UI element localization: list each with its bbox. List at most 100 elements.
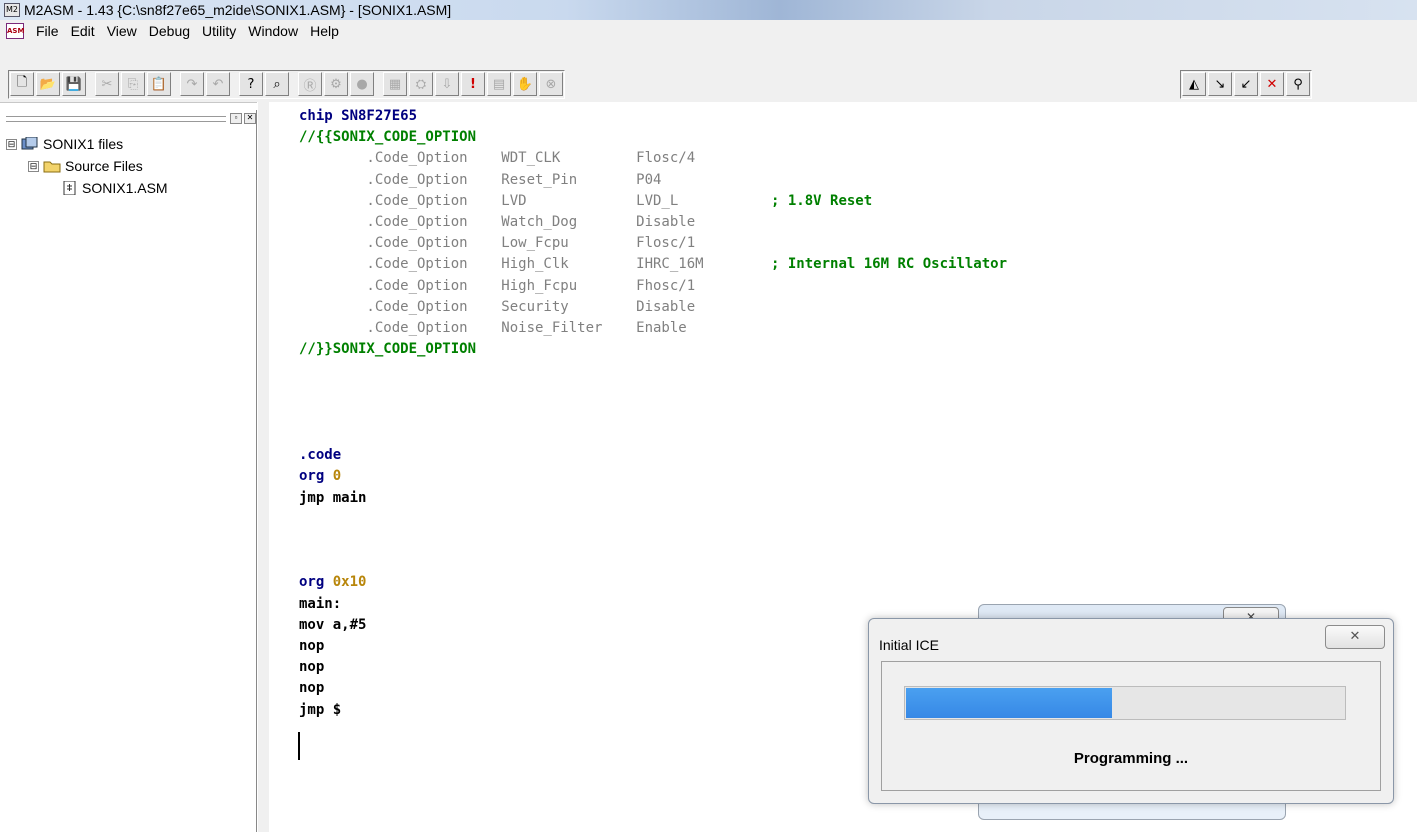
step-icon[interactable]: ▤ (487, 72, 511, 96)
text-caret (298, 732, 300, 760)
close-icon[interactable]: ✕ (1325, 625, 1385, 649)
code-line: .Code_Option LVD LVD_L ; 1.8V Reset (299, 191, 872, 211)
code-token: ; Internal 16M RC Oscillator (771, 256, 1008, 273)
save-icon[interactable]: 💾 (62, 72, 86, 96)
tree-label-project: SONIX1 files (43, 136, 124, 152)
code-line: .Code_Option Low_Fcpu Flosc/1 (299, 233, 695, 253)
run-icon[interactable]: ! (461, 72, 485, 96)
open-folder-icon[interactable]: 📂 (36, 72, 60, 96)
code-token: .Code_Option Watch_Dog Disable (299, 214, 696, 230)
code-line: nop (299, 636, 324, 656)
menu-window[interactable]: Window (242, 23, 304, 39)
menu-help[interactable]: Help (304, 23, 345, 39)
project-panel: ▫ ✕ ⊟ SONIX1 files ⊟ Source Files SONIX1… (0, 110, 257, 832)
code-token: main: (299, 595, 342, 612)
code-line: mov a,#5 (299, 615, 366, 635)
code-token: //}}SONIX_CODE_OPTION (299, 341, 477, 358)
menu-bar: ASM File Edit View Debug Utility Window … (0, 20, 1417, 42)
code-line: nop (299, 678, 324, 698)
panel-close-icon[interactable]: ✕ (244, 113, 256, 124)
download-icon[interactable]: ⇩ (435, 72, 459, 96)
code-token: .Code_Option LVD LVD_L (299, 192, 772, 209)
next-bookmark-icon[interactable]: ↘ (1208, 72, 1232, 96)
code-token: org (299, 574, 333, 591)
copy-icon[interactable]: ⎘ (121, 72, 145, 96)
code-token: chip SN8F27E65 (299, 108, 418, 124)
paste-icon[interactable]: 📋 (147, 72, 171, 96)
code-token: .Code_Option Low_Fcpu Flosc/1 (299, 235, 696, 252)
collapse-icon[interactable]: ⊟ (28, 160, 39, 172)
folder-icon (43, 159, 61, 173)
breakpoint-icon[interactable]: ⊗ (539, 72, 563, 96)
asm-file-icon (60, 180, 78, 196)
menu-edit[interactable]: Edit (65, 23, 101, 39)
code-line: //}}SONIX_CODE_OPTION (299, 339, 476, 359)
gear-icon[interactable]: ⚙ (324, 72, 348, 96)
code-token: nop (299, 680, 325, 697)
tree-label-source-files: Source Files (65, 158, 143, 174)
dialog-title: Initial ICE (879, 637, 939, 653)
code-token: nop (299, 659, 325, 676)
code-line: .Code_Option Reset_Pin P04 (299, 170, 661, 190)
stop-icon[interactable]: ● (350, 72, 374, 96)
code-token: jmp $ (299, 701, 342, 718)
panel-grip[interactable] (6, 116, 226, 122)
asm-document-icon[interactable]: ASM (6, 23, 24, 39)
code-line: org 0 (299, 466, 341, 486)
undo-icon[interactable]: ↶ (206, 72, 230, 96)
new-file-icon[interactable]: 🗋 (10, 72, 34, 96)
code-line: .code (299, 445, 341, 465)
code-token: .Code_Option Reset_Pin P04 (299, 171, 662, 188)
code-token: .Code_Option High_Fcpu Fhosc/1 (299, 277, 696, 294)
build-icon[interactable]: ▦ (383, 72, 407, 96)
clear-bookmarks-icon[interactable]: ✕ (1260, 72, 1284, 96)
find-icon[interactable]: ⌕ (265, 72, 289, 96)
code-token: nop (299, 638, 325, 654)
code-token: mov a,#5 (299, 616, 367, 633)
compile-icon[interactable]: ⛭ (409, 72, 433, 96)
code-line: .Code_Option Security Disable (299, 297, 695, 317)
panel-restore-icon[interactable]: ▫ (230, 113, 242, 124)
code-line: .Code_Option High_Fcpu Fhosc/1 (299, 276, 695, 296)
code-token: .Code_Option WDT_CLK Flosc/4 (299, 150, 696, 167)
prev-bookmark-icon[interactable]: ↙ (1234, 72, 1258, 96)
menu-debug[interactable]: Debug (143, 23, 196, 39)
code-line: main: (299, 594, 341, 614)
code-token: //{{SONIX_CODE_OPTION (299, 129, 477, 146)
code-token: 0x10 (332, 574, 367, 591)
reset-icon[interactable]: Ⓡ (298, 72, 322, 96)
menu-view[interactable]: View (101, 23, 143, 39)
menu-file[interactable]: File (30, 23, 65, 39)
code-line: nop (299, 657, 324, 677)
code-line: org 0x10 (299, 572, 366, 592)
tree-node-project[interactable]: ⊟ SONIX1 files (6, 136, 123, 152)
code-line: .Code_Option Noise_Filter Enable (299, 318, 686, 338)
code-token: jmp main (299, 489, 367, 506)
dialog-body: Programming ... (881, 661, 1381, 791)
code-line: .Code_Option Watch_Dog Disable (299, 212, 695, 232)
tree-node-source-files[interactable]: ⊟ Source Files (28, 158, 143, 174)
menu-utility[interactable]: Utility (196, 23, 242, 39)
title-bar: M2 M2ASM - 1.43 {C:\sn8f27e65_m2ide\SONI… (0, 0, 1417, 20)
toolbar-left-group: 🗋 📂 💾 ✂ ⎘ 📋 ↷ ↶? ⌕ Ⓡ ⚙ ● ▦ ⛭ ⇩! ▤ ✋ ⊗ (8, 70, 565, 99)
status-text: Programming ... (1073, 750, 1189, 767)
bookmark-icon[interactable]: ◭ (1182, 72, 1206, 96)
code-line: jmp $ (299, 700, 341, 720)
hand-icon[interactable]: ✋ (513, 72, 537, 96)
code-token: 0 (332, 468, 342, 485)
code-token: org (299, 468, 333, 485)
collapse-icon[interactable]: ⊟ (6, 138, 17, 150)
redo-icon[interactable]: ↷ (180, 72, 204, 96)
code-token: .Code_Option High_Clk IHRC_16M (299, 256, 772, 273)
help-icon[interactable]: ? (239, 72, 263, 96)
panel-header: ▫ ✕ (6, 113, 256, 124)
toolbar-right-group: ◭ ↘ ↙ ✕ ⚲ (1180, 70, 1312, 99)
progress-bar (904, 686, 1346, 720)
progress-fill (906, 688, 1112, 718)
tree-node-file[interactable]: SONIX1.ASM (60, 180, 168, 196)
code-line: .Code_Option High_Clk IHRC_16M ; Interna… (299, 254, 1007, 274)
cut-icon[interactable]: ✂ (95, 72, 119, 96)
code-token: .Code_Option Security Disable (299, 298, 696, 315)
binoculars-icon[interactable]: ⚲ (1286, 72, 1310, 96)
window-title: M2ASM - 1.43 {C:\sn8f27e65_m2ide\SONIX1.… (24, 2, 452, 18)
